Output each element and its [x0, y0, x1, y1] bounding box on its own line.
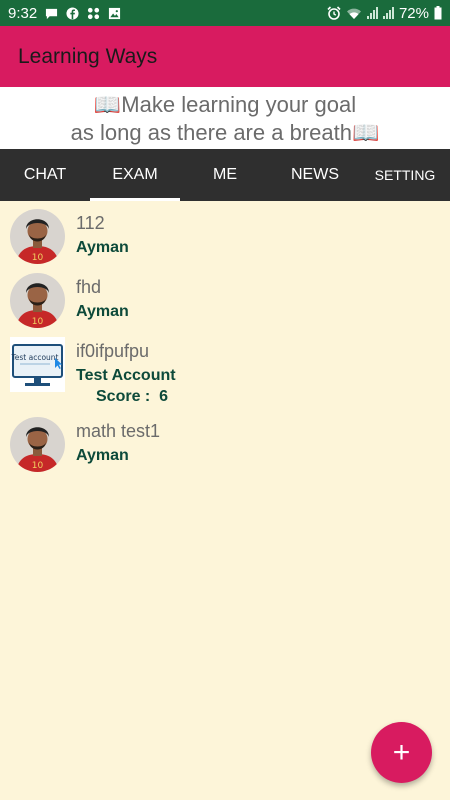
exam-author: Ayman: [76, 239, 129, 256]
tab-bar: CHAT EXAM ME NEWS SETTING: [0, 149, 450, 201]
score-value: 6: [159, 388, 169, 405]
exam-list: 10 112 Ayman 10 fhd Ayman Test account i…: [0, 205, 450, 477]
exam-author: Test Account: [76, 367, 176, 384]
exam-list-item[interactable]: Test account if0ifpufpu Test Account Sco…: [0, 333, 450, 413]
apps-icon: [88, 7, 100, 19]
battery-icon: [434, 6, 442, 20]
motto-line-2: as long as there are a breath📖: [70, 120, 380, 145]
status-bar: 9:32 72%: [0, 0, 450, 26]
svg-text:10: 10: [32, 317, 44, 327]
image-icon: [109, 7, 121, 19]
tab-me[interactable]: ME: [180, 149, 270, 201]
tab-setting[interactable]: SETTING: [360, 149, 450, 201]
exam-list-item[interactable]: 10 fhd Ayman: [0, 269, 450, 333]
app-bar: Learning Ways: [0, 26, 450, 87]
motto-banner: 📖Make learning your goal as long as ther…: [0, 87, 450, 149]
wifi-icon: [346, 8, 361, 19]
chat-bubble-icon: [46, 8, 58, 19]
exam-score: Score : 6: [96, 388, 168, 406]
signal-icon: [366, 7, 378, 19]
svg-text:10: 10: [32, 461, 44, 471]
exam-list-item[interactable]: 10 math test1 Ayman: [0, 413, 450, 477]
exam-title: if0ifpufpu: [76, 341, 150, 361]
signal-icon: [382, 7, 394, 19]
avatar: 10: [10, 209, 65, 264]
app-title: Learning Ways: [18, 44, 158, 68]
score-label: Score :: [96, 388, 151, 405]
test-account-image: Test account: [10, 337, 65, 392]
battery-percent: 72%: [398, 4, 429, 22]
status-time: 9:32: [8, 4, 38, 22]
tab-exam[interactable]: EXAM: [90, 149, 180, 201]
facebook-icon: [66, 6, 79, 20]
test-account-label: Test account: [10, 353, 58, 362]
exam-author: Ayman: [76, 447, 129, 464]
add-exam-button[interactable]: +: [371, 722, 432, 783]
svg-text:10: 10: [32, 253, 44, 263]
motto-line-1: 📖Make learning your goal: [93, 92, 357, 117]
exam-title: fhd: [76, 277, 102, 297]
avatar: 10: [10, 273, 65, 328]
tab-chat[interactable]: CHAT: [0, 149, 90, 201]
exam-title: 112: [76, 213, 105, 233]
exam-title: math test1: [76, 421, 161, 441]
avatar: 10: [10, 417, 65, 472]
tab-news[interactable]: NEWS: [270, 149, 360, 201]
exam-list-item[interactable]: 10 112 Ayman: [0, 205, 450, 269]
alarm-icon: [327, 6, 341, 20]
exam-author: Ayman: [76, 303, 129, 320]
